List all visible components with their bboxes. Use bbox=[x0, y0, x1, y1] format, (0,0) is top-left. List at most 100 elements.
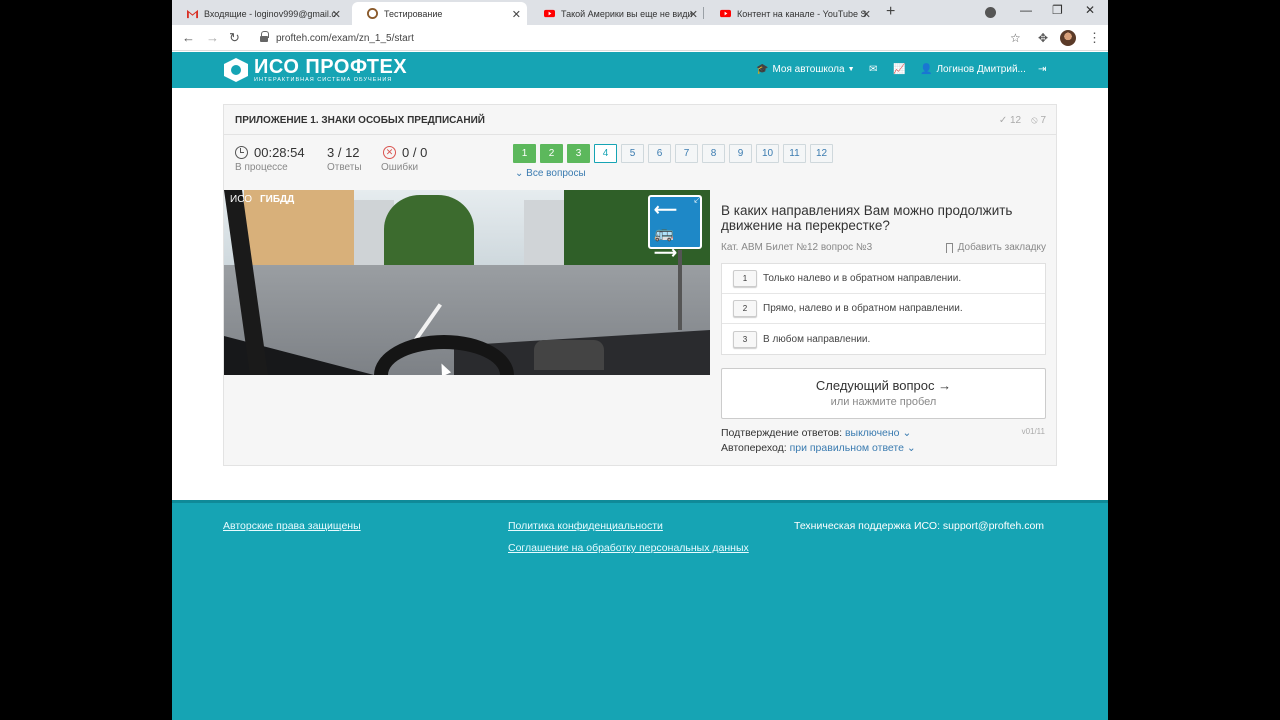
answer-option[interactable]: 3 В любом направлении. bbox=[722, 324, 1045, 354]
user-menu[interactable]: 👤 Логинов Дмитрий... bbox=[920, 64, 1026, 75]
privacy-link[interactable]: Политика конфиденциальности bbox=[508, 520, 663, 532]
sign-post bbox=[678, 250, 682, 330]
panel-stats: ✓ 12 ⦸ 7 bbox=[999, 115, 1046, 126]
user-label: Логинов Дмитрий... bbox=[936, 64, 1026, 75]
question-number[interactable]: 11 bbox=[783, 144, 806, 163]
exam-panel: ПРИЛОЖЕНИЕ 1. ЗНАКИ ОСОБЫХ ПРЕДПИСАНИЙ ✓… bbox=[223, 104, 1057, 466]
image-watermark: ИСО ГИБДД bbox=[230, 194, 294, 205]
add-bookmark-button[interactable]: Добавить закладку bbox=[945, 242, 1046, 253]
tab-testing[interactable]: Тестирование ✕ bbox=[352, 2, 527, 25]
logo-title: ИСО ПРОФТЕХ bbox=[254, 56, 408, 78]
envelope-icon[interactable]: ✉ bbox=[869, 64, 877, 75]
timer-value: 00:28:54 bbox=[254, 145, 305, 160]
clock-icon bbox=[235, 146, 248, 159]
question-number[interactable]: 8 bbox=[702, 144, 725, 163]
new-tab-icon[interactable]: + bbox=[886, 3, 895, 21]
tab-bar: Входящие - loginov999@gmail.c ✕ Тестиров… bbox=[172, 0, 1108, 25]
support-contact: Техническая поддержка ИСО: support@proft… bbox=[794, 520, 1045, 532]
answer-number: 3 bbox=[733, 330, 757, 348]
tab-youtube-1[interactable]: Такой Америки вы еще не види ✕ bbox=[529, 2, 704, 25]
answered-label: Ответы bbox=[327, 162, 362, 173]
stat-skip: 7 bbox=[1040, 115, 1046, 126]
close-tab-icon[interactable]: ✕ bbox=[332, 8, 341, 21]
answered-count: 3 / 12 bbox=[327, 145, 360, 160]
answer-text: В любом направлении. bbox=[763, 333, 871, 345]
panel-title: ПРИЛОЖЕНИЕ 1. ЗНАКИ ОСОБЫХ ПРЕДПИСАНИЙ bbox=[235, 115, 485, 126]
close-tab-icon[interactable]: ✕ bbox=[862, 8, 871, 21]
confirm-label: Подтверждение ответов: bbox=[721, 427, 843, 439]
tab-search-icon[interactable] bbox=[985, 7, 996, 18]
tab-divider bbox=[703, 7, 704, 19]
restore-icon[interactable]: ❐ bbox=[1052, 3, 1063, 17]
logo[interactable]: ИСО ПРОФТЕХ ИНТЕРАКТИВНАЯ СИСТЕМА ОБУЧЕН… bbox=[224, 57, 407, 83]
minimize-icon[interactable]: — bbox=[1020, 3, 1032, 17]
logout-icon[interactable]: ⇥ bbox=[1038, 64, 1046, 75]
badge-gibdd: ГИБДД bbox=[259, 194, 295, 205]
tab-youtube-2[interactable]: Контент на канале - YouTube St ✕ bbox=[705, 2, 877, 25]
close-tab-icon[interactable]: ✕ bbox=[689, 8, 698, 21]
confirm-value: выключено bbox=[844, 427, 900, 439]
all-questions-label: Все вопросы bbox=[526, 168, 586, 179]
question-number[interactable]: 5 bbox=[621, 144, 644, 163]
expand-icon[interactable]: ⤢ bbox=[694, 194, 701, 205]
extensions-icon[interactable]: ✥ bbox=[1038, 31, 1048, 45]
site-footer: Авторские права защищены Политика конфид… bbox=[172, 500, 1108, 720]
next-question-button[interactable]: Следующий вопрос → или нажмите пробел bbox=[721, 368, 1046, 419]
tab-title: Входящие - loginov999@gmail.c bbox=[204, 8, 336, 19]
question-number[interactable]: 6 bbox=[648, 144, 671, 163]
badge-iso: ИСО bbox=[230, 194, 252, 205]
school-menu[interactable]: 🎓 Моя автошкола ▼ bbox=[756, 64, 855, 75]
avatar[interactable] bbox=[1060, 30, 1076, 46]
tab-title: Тестирование bbox=[384, 8, 443, 19]
all-questions-link[interactable]: ⌄ Все вопросы bbox=[515, 168, 586, 179]
question-number[interactable]: 9 bbox=[729, 144, 752, 163]
url-text: profteh.com/exam/zn_1_5/start bbox=[276, 32, 414, 44]
auto-label: Автопереход: bbox=[721, 442, 787, 454]
answer-option[interactable]: 1 Только налево и в обратном направлении… bbox=[722, 264, 1045, 294]
answer-option[interactable]: 2 Прямо, налево и в обратном направлении… bbox=[722, 294, 1045, 324]
tab-title: Такой Америки вы еще не види bbox=[561, 8, 693, 19]
question-number[interactable]: 2 bbox=[540, 144, 563, 163]
bookmark-star-icon[interactable]: ☆ bbox=[1010, 31, 1021, 45]
youtube-icon bbox=[720, 9, 731, 18]
tab-gmail[interactable]: Входящие - loginov999@gmail.c ✕ bbox=[172, 2, 347, 25]
logo-subtitle: ИНТЕРАКТИВНАЯ СИСТЕМА ОБУЧЕНИЯ bbox=[254, 77, 393, 83]
chevron-down-icon: ⌄ bbox=[902, 427, 912, 439]
question-number[interactable]: 3 bbox=[567, 144, 590, 163]
confirm-dropdown[interactable]: выключено ⌄ bbox=[845, 427, 911, 439]
version-label: v01/11 bbox=[1021, 427, 1045, 436]
timer: 00:28:54 bbox=[235, 145, 305, 160]
reload-icon[interactable]: ↻ bbox=[229, 30, 240, 46]
question-number[interactable]: 10 bbox=[756, 144, 779, 163]
close-tab-icon[interactable]: ✕ bbox=[512, 8, 521, 21]
address-bar: ← → ↻ profteh.com/exam/zn_1_5/start ☆ ✥ … bbox=[172, 25, 1108, 51]
question-number-current[interactable]: 4 bbox=[594, 144, 617, 163]
chevron-down-icon: ⌄ bbox=[906, 442, 916, 454]
user-icon: 👤 bbox=[920, 64, 933, 75]
page: ИСО ПРОФТЕХ ИНТЕРАКТИВНАЯ СИСТЕМА ОБУЧЕН… bbox=[172, 52, 1108, 720]
chart-icon[interactable]: 📈 bbox=[893, 64, 905, 75]
auto-dropdown[interactable]: при правильном ответе ⌄ bbox=[790, 442, 916, 454]
question-number[interactable]: 1 bbox=[513, 144, 536, 163]
site-icon bbox=[367, 8, 378, 19]
close-window-icon[interactable]: ✕ bbox=[1085, 3, 1095, 17]
question-number[interactable]: 12 bbox=[810, 144, 833, 163]
menu-icon[interactable]: ⋮ bbox=[1088, 30, 1101, 46]
question-number[interactable]: 7 bbox=[675, 144, 698, 163]
auto-value: при правильном ответе bbox=[789, 442, 904, 454]
copyright-link[interactable]: Авторские права защищены bbox=[223, 520, 361, 532]
back-icon[interactable]: ← bbox=[182, 30, 195, 45]
tab-title: Контент на канале - YouTube St bbox=[737, 8, 867, 19]
caret-down-icon: ▼ bbox=[847, 66, 855, 73]
timer-label: В процессе bbox=[235, 162, 288, 173]
forward-icon[interactable]: → bbox=[206, 30, 219, 45]
answer-text: Только налево и в обратном направлении. bbox=[763, 273, 962, 284]
answer-text: Прямо, налево и в обратном направлении. bbox=[763, 303, 963, 314]
youtube-icon bbox=[544, 9, 555, 18]
agreement-link[interactable]: Соглашение на обработку персональных дан… bbox=[508, 542, 749, 554]
errors: ✕ 0 / 0 bbox=[383, 145, 427, 160]
next-question-label: Следующий вопрос → bbox=[815, 378, 952, 393]
question-navigator: 1 2 3 4 5 6 7 8 9 10 11 12 bbox=[513, 144, 833, 163]
next-question-hint: или нажмите пробел bbox=[830, 396, 937, 408]
url-field[interactable]: profteh.com/exam/zn_1_5/start bbox=[250, 28, 1028, 48]
